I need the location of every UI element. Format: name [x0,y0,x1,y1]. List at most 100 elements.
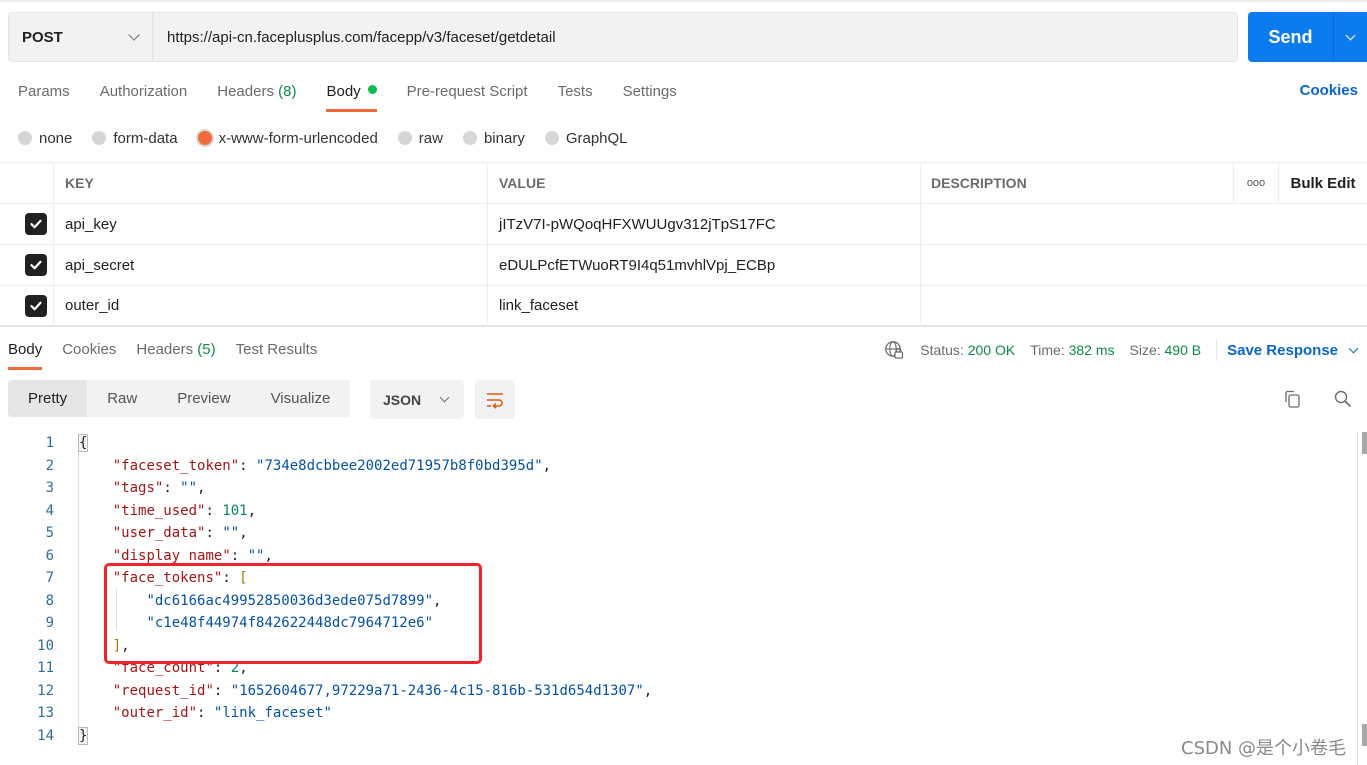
view-raw-button[interactable]: Raw [87,380,157,417]
view-pretty-button[interactable]: Pretty [8,380,88,417]
more-options-icon[interactable]: ooo [1233,163,1279,203]
close-brace: } [77,726,89,745]
radio-none[interactable]: none [18,130,72,147]
radio-raw[interactable]: raw [397,129,443,147]
table-header-row: KEY VALUE DESCRIPTION ooo Bulk Edit [0,163,1367,204]
json-key: display_name [121,547,223,564]
code-line: 3 "tags": "", [0,477,1360,500]
scrollbar-thumb[interactable] [1362,724,1367,746]
value-cell[interactable]: eDULPcfETWuoRT9I4q51mvhlVpj_ECBp [488,245,921,285]
tab-label: Tests [557,83,593,100]
response-tab-body[interactable]: Body [8,340,43,370]
json-number: 2 [230,660,240,677]
description-cell[interactable] [921,245,1367,285]
key-cell[interactable]: api_secret [54,245,488,285]
line-number: 10 [37,637,54,654]
wrap-lines-button[interactable] [475,380,515,419]
code-line: 11 "face_count": 2, [0,657,1360,680]
send-button-group: Send [1248,12,1367,62]
divider [1216,339,1218,361]
row-checkbox[interactable] [24,213,47,235]
status-readout[interactable]: Status: 200 OK [920,342,1015,358]
json-key: request_id [121,682,206,699]
radio-graphql[interactable]: GraphQL [544,129,628,147]
globe-lock-icon[interactable] [884,340,904,360]
table-row: api_key jITzV7I-pWQoqHFXWUUgv312jTpS17FC [0,204,1367,245]
response-tab-headers[interactable]: Headers (5) [136,340,215,370]
tab-headers[interactable]: Headers (8) [217,82,296,112]
key-cell[interactable]: outer_id [54,286,488,325]
view-preview-button[interactable]: Preview [157,380,250,417]
scrollbar-track[interactable] [1357,432,1358,765]
request-tabs: Params Authorization Headers (8) Body Pr… [18,82,707,112]
code-line: 10 ], [0,635,1360,658]
radio-label: GraphQL [565,129,628,147]
tab-params[interactable]: Params [18,82,70,112]
response-tabs: Body Cookies Headers (5) Test Results [8,340,337,370]
params-table: KEY VALUE DESCRIPTION ooo Bulk Edit api_… [0,162,1367,327]
radio-label: none [39,129,73,147]
key-cell[interactable]: api_key [54,204,488,244]
header-checkbox-cell [0,163,54,203]
code-line: 5 "user_data": "", [0,522,1360,545]
view-visualize-button[interactable]: Visualize [251,380,351,417]
json-key: time_used [121,502,198,519]
send-button[interactable]: Send [1248,12,1333,62]
size-readout[interactable]: Size: 490 B [1130,342,1202,358]
code-line: 4 "time_used": 101, [0,500,1360,523]
checkbox-cell [0,286,54,325]
copy-button[interactable] [1282,388,1304,410]
code-line: 9 "c1e48f44974f842622448dc7964712e6" [0,612,1360,635]
code-line: 7 "face_tokens": [ [0,567,1360,590]
bulk-edit-button[interactable]: Bulk Edit [1279,163,1367,203]
tab-body[interactable]: Body [326,82,377,112]
radio-binary[interactable]: binary [462,130,525,147]
scrollbar-thumb[interactable] [1362,432,1367,454]
row-checkbox[interactable] [24,294,47,317]
checkmark-icon [29,301,42,310]
method-select[interactable]: POST [9,13,153,61]
send-options-button[interactable] [1333,12,1367,62]
radio-form-data[interactable]: form-data [92,130,178,147]
radio-x-www-form-urlencoded[interactable]: x-www-form-urlencoded [197,129,378,147]
json-string: 734e8dcbbee2002ed71957b8f0bd395d [264,457,535,474]
response-code-view[interactable]: 1{ 2 "faceset_token": "734e8dcbbee2002ed… [0,432,1360,747]
response-tab-cookies[interactable]: Cookies [62,340,116,370]
search-button[interactable] [1332,388,1354,410]
line-number: 8 [45,592,54,609]
save-response-button[interactable]: Save Response [1227,342,1359,359]
tab-label: Settings [622,83,677,100]
tab-authorization[interactable]: Authorization [100,82,188,112]
code-line: 8 "dc6166ac49952850036d3ede075d7899", [0,590,1360,613]
line-number: 3 [45,480,54,497]
format-label: JSON [383,391,422,408]
column-header-description: DESCRIPTION [931,175,1027,191]
radio-label: raw [418,129,443,147]
row-checkbox[interactable] [24,254,47,276]
tab-settings[interactable]: Settings [623,82,677,112]
radio-circle-icon [18,131,32,145]
tab-tests[interactable]: Tests [558,82,593,112]
tab-label: Body [8,341,43,358]
json-key: face_count [121,660,206,677]
time-value: 382 ms [1068,342,1115,358]
url-input[interactable] [153,13,1237,61]
status-label: Status: [920,342,964,358]
description-cell[interactable] [921,286,1367,325]
time-label: Time: [1030,342,1065,358]
value-cell[interactable]: jITzV7I-pWQoqHFXWUUgv312jTpS17FC [488,204,921,244]
line-number: 4 [45,502,54,519]
radio-circle-icon [544,131,559,145]
response-tab-test-results[interactable]: Test Results [236,340,318,370]
tab-pre-request-script[interactable]: Pre-request Script [407,82,528,112]
copy-icon [1285,390,1300,408]
description-cell[interactable] [921,204,1367,244]
method-label: POST [22,28,63,46]
value-cell[interactable]: link_faceset [488,286,921,325]
cookies-link[interactable]: Cookies [1300,82,1358,99]
radio-circle-icon [92,131,107,145]
radio-label: x-www-form-urlencoded [218,129,378,147]
time-readout[interactable]: Time: 382 ms [1030,342,1114,358]
response-meta: Status: 200 OK Time: 382 ms Size: 490 B … [884,339,1359,361]
format-select[interactable]: JSON [370,380,464,419]
